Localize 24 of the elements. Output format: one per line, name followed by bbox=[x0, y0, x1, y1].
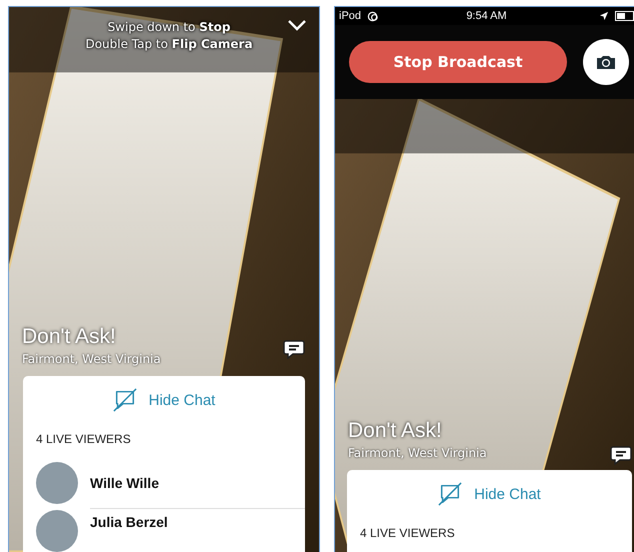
broadcast-title: Don't Ask! bbox=[348, 418, 442, 444]
instruction-text: Double Tap to Flip Camera bbox=[85, 36, 253, 53]
flip-camera-button[interactable] bbox=[583, 39, 629, 85]
avatar bbox=[36, 510, 78, 552]
instruction-text: Swipe down to Stop bbox=[108, 19, 230, 36]
location-text: Fairmont, West Virginia bbox=[22, 351, 161, 368]
location-text: Fairmont, West Virginia bbox=[348, 445, 487, 462]
clock-text: 9:54 AM bbox=[466, 10, 507, 22]
viewers-heading: 4 LIVE VIEWERS bbox=[35, 431, 132, 448]
hide-chat-button[interactable]: Hide Chat bbox=[112, 376, 216, 420]
crossed-chat-icon bbox=[438, 482, 462, 506]
hide-chat-button[interactable]: Hide Chat bbox=[438, 470, 541, 514]
stop-broadcast-button[interactable]: Stop Broadcast bbox=[349, 41, 567, 83]
crossed-chat-icon bbox=[112, 388, 137, 412]
location-arrow-icon bbox=[598, 11, 609, 21]
viewer-name[interactable]: Wille Wille bbox=[90, 463, 305, 503]
carrier-text: iPod bbox=[339, 10, 362, 22]
camera-icon bbox=[595, 53, 617, 71]
battery-icon bbox=[614, 11, 634, 21]
viewer-name[interactable]: Julia Berzel bbox=[90, 508, 305, 531]
chevron-down-icon[interactable] bbox=[287, 19, 307, 31]
viewers-heading: 4 LIVE VIEWERS bbox=[359, 525, 456, 542]
broadcast-title: Don't Ask! bbox=[22, 324, 116, 350]
avatar bbox=[36, 462, 78, 504]
